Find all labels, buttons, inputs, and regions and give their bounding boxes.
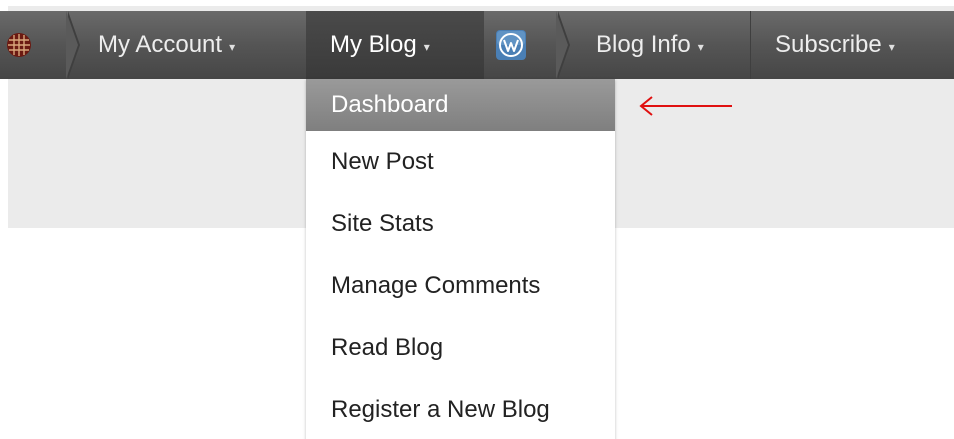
bar-separator <box>556 11 570 79</box>
bar-separator <box>66 11 80 79</box>
menu-my-blog[interactable]: My Blog ▾ <box>306 11 484 79</box>
site-logo[interactable] <box>0 11 80 79</box>
menu-item-new-post[interactable]: New Post <box>306 131 615 193</box>
red-left-arrow-icon <box>639 96 732 116</box>
caret-down-icon: ▾ <box>229 39 236 54</box>
menu-item-dashboard[interactable]: Dashboard <box>306 79 615 131</box>
menu-item-register-new-blog[interactable]: Register a New Blog <box>306 379 615 439</box>
menu-blog-info[interactable]: Blog Info ▾ <box>558 11 750 79</box>
menu-subscribe[interactable]: Subscribe ▾ <box>750 11 954 79</box>
page: My Account ▾ My Blog ▾ Blog Info ▾ Subsc… <box>0 0 954 439</box>
caret-down-icon: ▾ <box>697 39 704 54</box>
menu-my-account-label: My Account <box>98 31 223 58</box>
caret-down-icon: ▾ <box>423 39 430 54</box>
wordpress-icon <box>496 30 526 60</box>
menu-subscribe-label: Subscribe <box>775 31 882 58</box>
menu-blog-info-label: Blog Info <box>596 31 691 58</box>
admin-bar: My Account ▾ My Blog ▾ Blog Info ▾ Subsc… <box>0 11 954 79</box>
menu-my-account[interactable]: My Account ▾ <box>68 11 306 79</box>
grid-logo-icon <box>7 33 31 57</box>
menu-item-manage-comments[interactable]: Manage Comments <box>306 255 615 317</box>
menu-my-blog-label: My Blog <box>330 31 417 58</box>
my-blog-dropdown: Dashboard New Post Site Stats Manage Com… <box>306 79 615 439</box>
wordpress-button[interactable] <box>484 11 570 79</box>
menu-item-read-blog[interactable]: Read Blog <box>306 317 615 379</box>
caret-down-icon: ▾ <box>888 39 895 54</box>
menu-item-site-stats[interactable]: Site Stats <box>306 193 615 255</box>
